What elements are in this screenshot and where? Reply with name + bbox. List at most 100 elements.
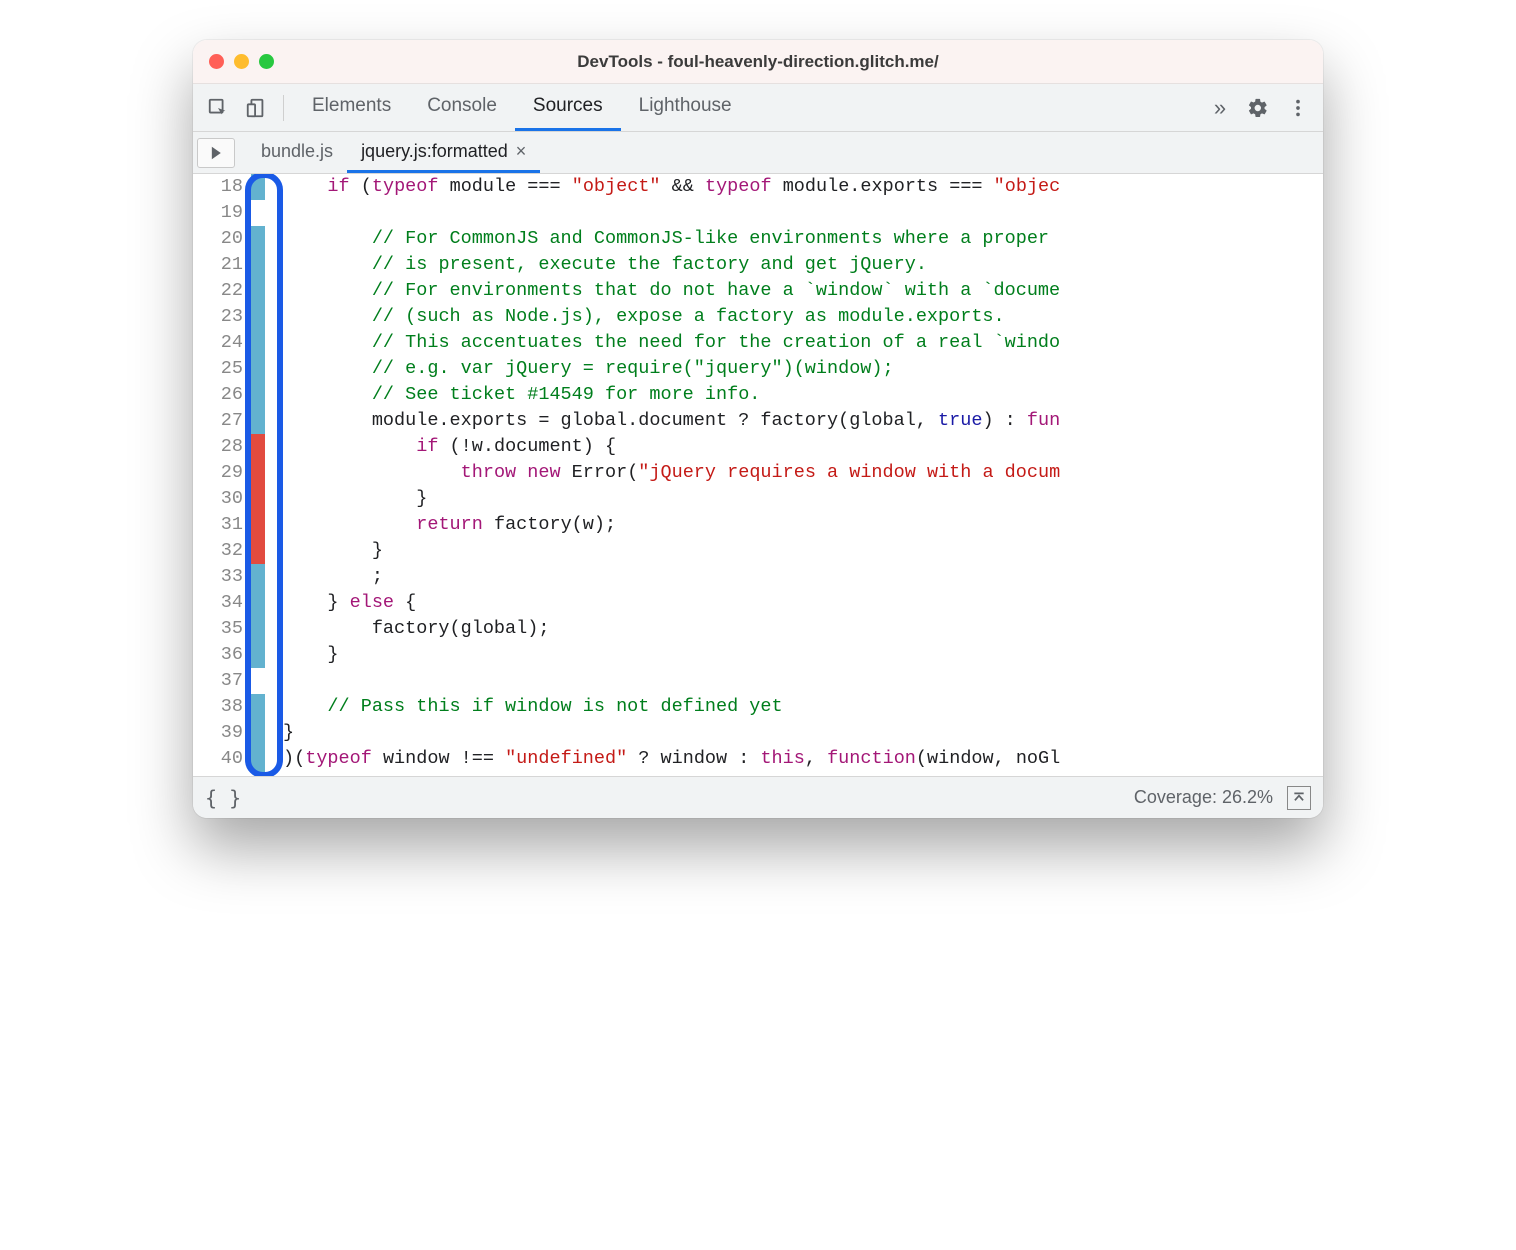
line-number[interactable]: 40: [203, 746, 251, 772]
code-line[interactable]: return factory(w);: [283, 512, 1323, 538]
maximize-window-button[interactable]: [259, 54, 274, 69]
line-number[interactable]: 19: [203, 200, 251, 226]
line-number[interactable]: 24: [203, 330, 251, 356]
line-gutter: 1819202122232425262728293031323334353637…: [193, 174, 265, 776]
code-line[interactable]: [283, 200, 1323, 226]
devtools-window: DevTools - foul-heavenly-direction.glitc…: [193, 40, 1323, 818]
line-number[interactable]: 31: [203, 512, 251, 538]
close-icon[interactable]: ×: [516, 141, 527, 162]
coverage-marker: [251, 304, 265, 330]
line-number[interactable]: 30: [203, 486, 251, 512]
coverage-marker: [251, 226, 265, 252]
code-line[interactable]: }: [283, 642, 1323, 668]
code-line[interactable]: factory(global);: [283, 616, 1323, 642]
code-line[interactable]: // Pass this if window is not defined ye…: [283, 694, 1323, 720]
device-toolbar-icon[interactable]: [239, 91, 273, 125]
coverage-marker: [251, 278, 265, 304]
panel-tabs: ElementsConsoleSourcesLighthouse: [294, 84, 1199, 131]
line-number[interactable]: 27: [203, 408, 251, 434]
coverage-marker: [251, 720, 265, 746]
line-number[interactable]: 35: [203, 616, 251, 642]
line-number[interactable]: 32: [203, 538, 251, 564]
code-content[interactable]: if (typeof module === "object" && typeof…: [265, 174, 1323, 776]
coverage-marker: [251, 200, 265, 226]
coverage-marker: [251, 330, 265, 356]
panel-tab-elements[interactable]: Elements: [294, 84, 409, 131]
navigator-toggle-button[interactable]: [197, 138, 235, 168]
code-line[interactable]: // This accentuates the need for the cre…: [283, 330, 1323, 356]
code-line[interactable]: // See ticket #14549 for more info.: [283, 382, 1323, 408]
coverage-marker: [251, 642, 265, 668]
code-line[interactable]: throw new Error("jQuery requires a windo…: [283, 460, 1323, 486]
coverage-status: Coverage: 26.2%: [1134, 787, 1273, 808]
main-toolbar: ElementsConsoleSourcesLighthouse »: [193, 84, 1323, 132]
line-number[interactable]: 34: [203, 590, 251, 616]
kebab-menu-icon[interactable]: [1281, 91, 1315, 125]
settings-icon[interactable]: [1241, 91, 1275, 125]
code-line[interactable]: // For CommonJS and CommonJS-like enviro…: [283, 226, 1323, 252]
coverage-marker: [251, 382, 265, 408]
code-line[interactable]: // e.g. var jQuery = require("jquery")(w…: [283, 356, 1323, 382]
drawer-toggle-icon[interactable]: [1287, 786, 1311, 810]
code-line[interactable]: }: [283, 720, 1323, 746]
line-number[interactable]: 22: [203, 278, 251, 304]
code-line[interactable]: } else {: [283, 590, 1323, 616]
code-line[interactable]: // (such as Node.js), expose a factory a…: [283, 304, 1323, 330]
file-tab-label: bundle.js: [261, 141, 333, 162]
status-bar: { } Coverage: 26.2%: [193, 776, 1323, 818]
line-number[interactable]: 36: [203, 642, 251, 668]
file-tab-label: jquery.js:formatted: [361, 141, 508, 162]
code-line[interactable]: module.exports = global.document ? facto…: [283, 408, 1323, 434]
coverage-marker: [251, 564, 265, 590]
line-number[interactable]: 38: [203, 694, 251, 720]
panel-tab-lighthouse[interactable]: Lighthouse: [621, 84, 750, 131]
code-line[interactable]: }: [283, 538, 1323, 564]
line-number[interactable]: 28: [203, 434, 251, 460]
code-line[interactable]: }: [283, 486, 1323, 512]
panel-tab-sources[interactable]: Sources: [515, 84, 621, 131]
code-line[interactable]: if (typeof module === "object" && typeof…: [283, 174, 1323, 200]
inspect-element-icon[interactable]: [201, 91, 235, 125]
code-line[interactable]: if (!w.document) {: [283, 434, 1323, 460]
window-title: DevTools - foul-heavenly-direction.glitc…: [193, 52, 1323, 72]
more-tabs-icon[interactable]: »: [1203, 91, 1237, 125]
coverage-marker: [251, 616, 265, 642]
file-tab[interactable]: bundle.js: [247, 132, 347, 173]
code-line[interactable]: // For environments that do not have a `…: [283, 278, 1323, 304]
coverage-marker: [251, 746, 265, 772]
line-number[interactable]: 20: [203, 226, 251, 252]
coverage-marker: [251, 356, 265, 382]
line-number[interactable]: 39: [203, 720, 251, 746]
coverage-marker: [251, 252, 265, 278]
coverage-marker: [251, 668, 265, 694]
toolbar-separator: [283, 95, 284, 121]
code-line[interactable]: )(typeof window !== "undefined" ? window…: [283, 746, 1323, 772]
coverage-marker: [251, 538, 265, 564]
line-number[interactable]: 37: [203, 668, 251, 694]
file-tab[interactable]: jquery.js:formatted ×: [347, 132, 540, 173]
close-window-button[interactable]: [209, 54, 224, 69]
coverage-marker: [251, 408, 265, 434]
coverage-marker: [251, 460, 265, 486]
line-number[interactable]: 29: [203, 460, 251, 486]
panel-tab-console[interactable]: Console: [409, 84, 515, 131]
coverage-marker: [251, 174, 265, 200]
window-controls: [209, 54, 274, 69]
line-number[interactable]: 33: [203, 564, 251, 590]
line-number[interactable]: 21: [203, 252, 251, 278]
line-number[interactable]: 25: [203, 356, 251, 382]
code-line[interactable]: ;: [283, 564, 1323, 590]
coverage-marker: [251, 694, 265, 720]
source-editor[interactable]: 1819202122232425262728293031323334353637…: [193, 174, 1323, 776]
line-number[interactable]: 23: [203, 304, 251, 330]
file-tab-bar: bundle.js jquery.js:formatted ×: [193, 132, 1323, 174]
code-line[interactable]: [283, 668, 1323, 694]
line-number[interactable]: 26: [203, 382, 251, 408]
coverage-marker: [251, 434, 265, 460]
minimize-window-button[interactable]: [234, 54, 249, 69]
line-number[interactable]: 18: [203, 174, 251, 200]
titlebar: DevTools - foul-heavenly-direction.glitc…: [193, 40, 1323, 84]
code-line[interactable]: // is present, execute the factory and g…: [283, 252, 1323, 278]
coverage-marker: [251, 512, 265, 538]
pretty-print-button[interactable]: { }: [205, 786, 241, 810]
